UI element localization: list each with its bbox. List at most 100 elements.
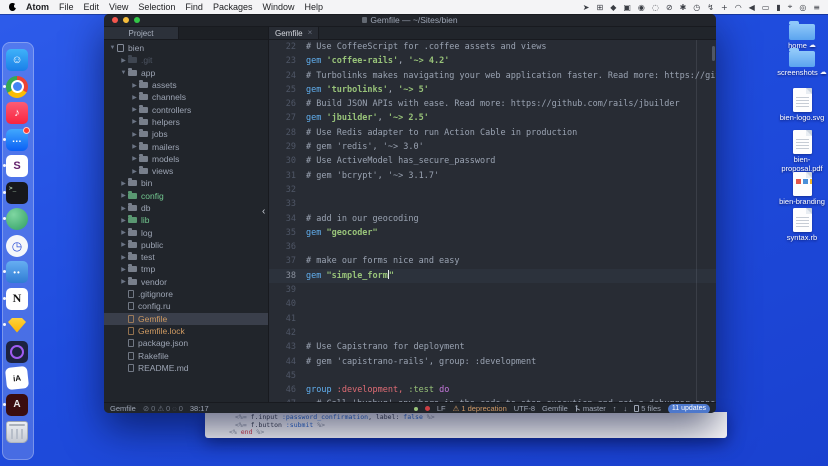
tab-close-icon[interactable]: × xyxy=(308,29,313,37)
dock-item-screenflow[interactable] xyxy=(6,341,28,363)
menu-item-view[interactable]: View xyxy=(109,2,128,12)
code-line-40[interactable] xyxy=(306,297,716,311)
title-bar[interactable]: Gemfile — ~/Sites/bien xyxy=(104,14,716,27)
code-line-28[interactable]: # Use Redis adapter to run Action Cable … xyxy=(306,126,716,140)
menu-item-file[interactable]: File xyxy=(59,2,74,12)
updates-badge[interactable]: 11 updates xyxy=(668,404,710,414)
dock-item-tweetbot[interactable]: •• xyxy=(6,261,28,283)
tree-item-bien[interactable]: ▼bien xyxy=(104,42,268,54)
do-not-disturb-icon[interactable]: ⊘ xyxy=(666,3,673,12)
line-ending[interactable]: LF xyxy=(437,404,446,413)
tree-item-gemfile[interactable]: Gemfile xyxy=(104,313,268,325)
code-line-29[interactable]: # gem 'redis', '~> 3.0' xyxy=(306,140,716,154)
grammar-selector[interactable]: Gemfile xyxy=(542,404,568,413)
volume-icon[interactable]: ◀ xyxy=(749,3,755,12)
display-capture-icon[interactable]: ⊞ xyxy=(597,3,604,12)
tree-item-lib[interactable]: ▶lib xyxy=(104,214,268,226)
menu-item-selection[interactable]: Selection xyxy=(138,2,175,12)
git-push-arrow[interactable]: ↑ xyxy=(613,404,617,413)
desktop-icon-screenshots[interactable]: screenshots☁ xyxy=(777,48,827,78)
code-line-37[interactable]: # make our forms nice and easy xyxy=(306,254,716,268)
apple-menu[interactable] xyxy=(9,3,16,11)
file-encoding[interactable]: UTF-8 xyxy=(514,404,535,413)
code-line-31[interactable]: # gem 'bcrypt', '~> 3.1.7' xyxy=(306,169,716,183)
code-line-39[interactable] xyxy=(306,283,716,297)
plus-icon[interactable]: + xyxy=(721,3,728,12)
desktop-icon-syntax-rb[interactable]: syntax.rb xyxy=(777,208,827,243)
menu-item-edit[interactable]: Edit xyxy=(84,2,100,12)
tree-item-app[interactable]: ▼app xyxy=(104,67,268,79)
menu-item-packages[interactable]: Packages xyxy=(213,2,253,12)
dock-item-terminal[interactable]: >_ xyxy=(6,182,28,204)
wifi-icon[interactable]: ◠ xyxy=(735,3,742,12)
cursor-icon[interactable]: ➤ xyxy=(583,3,590,12)
dock-item-slack[interactable]: S xyxy=(6,155,28,177)
tree-item-test[interactable]: ▶test xyxy=(104,251,268,263)
tree-item--gitignore[interactable]: .gitignore xyxy=(104,288,268,300)
tree-item-gemfile-lock[interactable]: Gemfile.lock xyxy=(104,325,268,337)
tree-item-db[interactable]: ▶db xyxy=(104,202,268,214)
shield-icon[interactable]: ◆ xyxy=(610,3,616,12)
timer-icon[interactable]: ◌ xyxy=(652,3,659,12)
dock-item-notion[interactable]: N xyxy=(6,288,28,310)
dock-item-trash[interactable] xyxy=(6,421,28,443)
code-line-42[interactable] xyxy=(306,326,716,340)
tree-item-log[interactable]: ▶log xyxy=(104,226,268,238)
dock-item-acrobat[interactable]: A xyxy=(6,394,28,416)
dock-item-clock-app[interactable]: ◷ xyxy=(6,235,28,257)
git-branch[interactable]: master xyxy=(575,404,606,413)
siri-icon[interactable]: ◎ xyxy=(799,3,806,12)
bolt-icon[interactable]: ↯ xyxy=(707,3,714,12)
code-line-23[interactable]: gem 'coffee-rails', '~> 4.2' xyxy=(306,54,716,68)
dock-item-sketch[interactable] xyxy=(6,314,28,336)
app-menu-atom[interactable]: Atom xyxy=(26,2,49,12)
tree-item-rakefile[interactable]: Rakefile xyxy=(104,349,268,361)
scrollbar-thumb[interactable] xyxy=(712,46,715,61)
tab-gemfile[interactable]: Gemfile × xyxy=(269,27,319,39)
deprecation-warning[interactable]: ⚠ 1 deprecation xyxy=(453,404,507,413)
code-line-30[interactable]: # Use ActiveModel has_secure_password xyxy=(306,154,716,168)
code-line-27[interactable]: gem 'jbuilder', '~> 2.5' xyxy=(306,111,716,125)
tree-item-controllers[interactable]: ▶controllers xyxy=(104,103,268,115)
code-line-34[interactable]: # add in our geocoding xyxy=(306,212,716,226)
git-pull-arrow[interactable]: ↓ xyxy=(624,404,628,413)
code-line-24[interactable]: # Turbolinks makes navigating your web a… xyxy=(306,69,716,83)
tree-item-models[interactable]: ▶models xyxy=(104,153,268,165)
linter-summary[interactable]: ⊘ 0 ⚠ 0 ◌ 0 xyxy=(143,404,183,413)
status-file-name[interactable]: Gemfile xyxy=(110,404,136,413)
control-center-icon[interactable]: ≡ xyxy=(813,3,820,12)
code-line-35[interactable]: gem "geocoder" xyxy=(306,226,716,240)
dock-item-ia-writer[interactable]: iA xyxy=(6,367,28,389)
code-line-36[interactable] xyxy=(306,240,716,254)
menu-item-find[interactable]: Find xyxy=(185,2,203,12)
tree-item-readme-md[interactable]: README.md xyxy=(104,362,268,374)
changed-files[interactable]: 5 files xyxy=(634,404,661,413)
record-icon[interactable]: ◉ xyxy=(638,3,645,12)
desktop-icon-bien-logo-svg[interactable]: bien-logo.svg xyxy=(777,88,827,123)
code-line-44[interactable]: # gem 'capistrano-rails', group: :develo… xyxy=(306,355,716,369)
code-line-32[interactable] xyxy=(306,183,716,197)
tree-item-assets[interactable]: ▶assets xyxy=(104,79,268,91)
dock-item-music[interactable]: ♪ xyxy=(6,102,28,124)
code-line-45[interactable] xyxy=(306,369,716,383)
dock-item-chrome[interactable] xyxy=(6,76,28,98)
tree-item-package-json[interactable]: package.json xyxy=(104,337,268,349)
code-line-46[interactable]: group :development, :test do xyxy=(306,383,716,397)
code-line-25[interactable]: gem 'turbolinks', '~> 5' xyxy=(306,83,716,97)
tree-item-channels[interactable]: ▶channels xyxy=(104,91,268,103)
tree-item-tmp[interactable]: ▶tmp xyxy=(104,263,268,275)
gear-icon[interactable]: ✱ xyxy=(680,3,687,12)
code-line-47[interactable]: # Call 'byebug' anywhere in the code to … xyxy=(306,397,716,402)
tree-item-views[interactable]: ▶views xyxy=(104,165,268,177)
tree-item-bin[interactable]: ▶bin xyxy=(104,177,268,189)
dock-item-green-app[interactable] xyxy=(6,208,28,230)
menu-item-window[interactable]: Window xyxy=(262,2,294,12)
tab-project[interactable]: Project xyxy=(104,27,179,39)
tree-item-vendor[interactable]: ▶vendor xyxy=(104,276,268,288)
tree-item-public[interactable]: ▶public xyxy=(104,239,268,251)
code-editor[interactable]: 2223242526272829303132333435363738394041… xyxy=(269,40,716,402)
battery-icon[interactable]: ▮ xyxy=(776,3,780,12)
code-line-33[interactable] xyxy=(306,197,716,211)
clock-icon[interactable]: ◷ xyxy=(693,3,700,12)
search-icon[interactable]: ⌖ xyxy=(788,2,793,12)
